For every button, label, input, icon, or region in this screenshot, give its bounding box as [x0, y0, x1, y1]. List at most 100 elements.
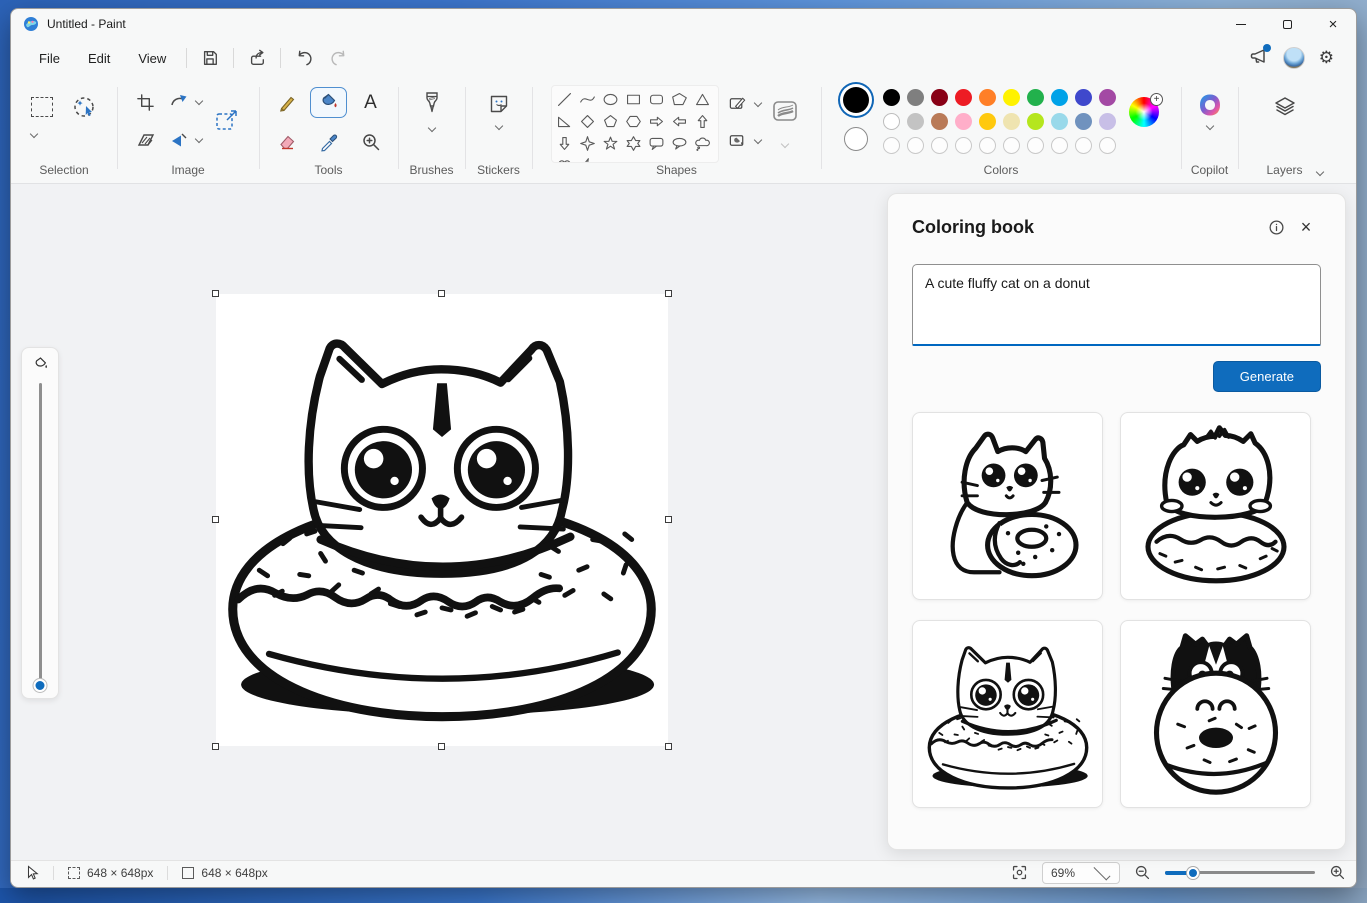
menu-file[interactable]: File [25, 45, 74, 72]
free-form-select-button[interactable] [68, 91, 100, 123]
color2-swatch[interactable] [844, 127, 868, 151]
crop-button[interactable] [133, 90, 158, 115]
shape-star-4-button[interactable] [576, 132, 599, 154]
shape-arrow-up-button[interactable] [691, 110, 714, 132]
panel-close-button[interactable]: × [1291, 212, 1321, 242]
resize-image-button[interactable] [210, 104, 244, 138]
color-picker-tool[interactable] [316, 129, 342, 155]
stroke-size-button[interactable] [767, 93, 803, 129]
rotate-dropdown-chevron[interactable] [194, 96, 203, 106]
color-swatch[interactable] [1074, 88, 1092, 106]
color-swatch[interactable] [978, 112, 996, 130]
color-swatch-empty[interactable] [1098, 136, 1116, 154]
rect-select-button[interactable] [28, 94, 56, 120]
share-button[interactable] [240, 44, 274, 72]
copilot-dropdown-chevron[interactable] [1205, 121, 1214, 131]
shape-ellipse-button[interactable] [599, 88, 622, 110]
thumbnail-fluffy-cat-on-donut[interactable] [1120, 412, 1311, 600]
rotate-button[interactable] [165, 89, 191, 115]
selection-handle-sw[interactable] [212, 743, 219, 750]
shape-line-button[interactable] [553, 88, 576, 110]
color-swatch-empty[interactable] [1026, 136, 1044, 154]
color-swatch-empty[interactable] [1002, 136, 1020, 154]
thumbnail-cat-hugging-donut[interactable] [912, 412, 1103, 600]
selection-handle-n[interactable] [438, 290, 445, 297]
color-swatch[interactable] [882, 88, 900, 106]
color-swatch-empty[interactable] [978, 136, 996, 154]
brushes-dropdown-chevron[interactable] [427, 123, 436, 133]
shape-hexagon-button[interactable] [622, 110, 645, 132]
color-swatch[interactable] [1050, 112, 1068, 130]
eraser-tool[interactable] [274, 129, 300, 155]
flip-button[interactable] [165, 127, 191, 153]
canvas[interactable] [216, 294, 668, 746]
shape-star-5-button[interactable] [599, 132, 622, 154]
color-swatch[interactable] [930, 88, 948, 106]
stickers-dropdown-chevron[interactable] [494, 121, 503, 131]
stroke-size-chevron[interactable] [780, 139, 789, 149]
shape-outline-chevron[interactable] [753, 98, 762, 107]
shape-callout-oval-button[interactable] [668, 132, 691, 154]
shape-lightning-button[interactable] [576, 154, 599, 162]
menu-view[interactable]: View [124, 45, 180, 72]
redo-button[interactable] [321, 44, 355, 72]
shape-callout-cloud-button[interactable] [691, 132, 714, 154]
color-swatch[interactable] [906, 88, 924, 106]
settings-gear-icon[interactable]: ⚙ [1319, 48, 1334, 68]
close-button[interactable]: × [1310, 9, 1356, 39]
shape-rounded-rectangle-button[interactable] [645, 88, 668, 110]
minimize-button[interactable] [1218, 9, 1264, 39]
slider-track[interactable] [33, 383, 47, 692]
color-swatch-empty[interactable] [1074, 136, 1092, 154]
color-swatch-empty[interactable] [954, 136, 972, 154]
shape-polygon-button[interactable] [668, 88, 691, 110]
color-swatch-empty[interactable] [1050, 136, 1068, 154]
brushes-button[interactable] [417, 87, 447, 119]
shape-triangle-button[interactable] [691, 88, 714, 110]
resize-button[interactable] [133, 127, 159, 153]
edit-colors-button[interactable]: + [1129, 93, 1163, 127]
shape-curve-button[interactable] [576, 88, 599, 110]
color-swatch-empty[interactable] [882, 136, 900, 154]
zoom-out-button[interactable] [1134, 864, 1151, 881]
selection-handle-nw[interactable] [212, 290, 219, 297]
shape-arrow-right-button[interactable] [645, 110, 668, 132]
fit-to-screen-button[interactable] [1011, 864, 1028, 881]
info-button[interactable] [1261, 212, 1291, 242]
color-swatch[interactable] [1026, 88, 1044, 106]
zoom-in-button[interactable] [1329, 864, 1346, 881]
color-swatch[interactable] [930, 112, 948, 130]
shape-right-triangle-button[interactable] [553, 110, 576, 132]
stickers-button[interactable] [484, 89, 514, 119]
selection-handle-se[interactable] [665, 743, 672, 750]
shape-pentagon-button[interactable] [599, 110, 622, 132]
shape-diamond-button[interactable] [576, 110, 599, 132]
color-swatch[interactable] [1002, 88, 1020, 106]
shape-heart-button[interactable] [553, 154, 576, 162]
color-swatch[interactable] [1002, 112, 1020, 130]
zoom-level-dropdown[interactable]: 69% [1042, 861, 1120, 884]
color-swatch[interactable] [1098, 112, 1116, 130]
copilot-button[interactable] [1194, 89, 1226, 121]
color-swatch[interactable] [1050, 88, 1068, 106]
selection-handle-w[interactable] [212, 516, 219, 523]
thumbnail-tuxedo-cat-behind-donut[interactable] [1120, 620, 1311, 808]
color-swatch[interactable] [954, 88, 972, 106]
selection-handle-ne[interactable] [665, 290, 672, 297]
selection-handle-e[interactable] [665, 516, 672, 523]
shape-arrow-down-button[interactable] [553, 132, 576, 154]
color-swatch[interactable] [1098, 88, 1116, 106]
account-avatar[interactable] [1282, 47, 1305, 69]
zoom-slider[interactable] [1165, 866, 1315, 880]
generate-button[interactable]: Generate [1212, 361, 1321, 392]
slider-thumb[interactable] [33, 679, 47, 692]
save-button[interactable] [193, 44, 227, 72]
zoom-slider-thumb[interactable] [1187, 866, 1199, 879]
shape-callout-rounded-button[interactable] [645, 132, 668, 154]
color-swatch[interactable] [906, 112, 924, 130]
color1-swatch[interactable] [843, 87, 869, 113]
color-swatch-empty[interactable] [906, 136, 924, 154]
shape-fill-button[interactable] [725, 128, 750, 153]
undo-button[interactable] [287, 44, 321, 72]
pencil-tool[interactable] [274, 90, 300, 116]
